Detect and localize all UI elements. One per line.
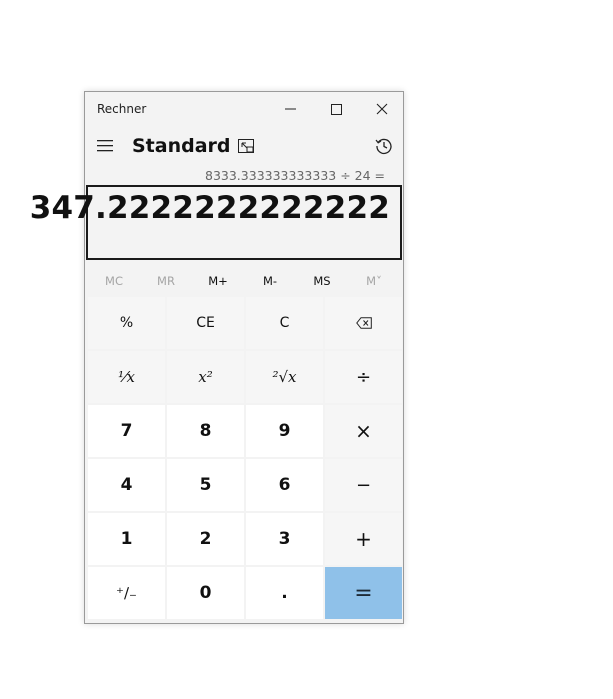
- digit-2-label: 2: [199, 529, 212, 549]
- hamburger-icon: [97, 140, 113, 152]
- title-bar: Rechner: [85, 92, 403, 126]
- reciprocal-label: ⅟x: [118, 368, 135, 386]
- keypad: % CE C ⅟x x² ²√x ÷ 7 8 9 × 4 5 6 − 1 2 3…: [88, 297, 402, 619]
- percent-button[interactable]: %: [88, 297, 165, 349]
- maximize-icon: [330, 103, 342, 115]
- digit-2-button[interactable]: 2: [167, 513, 244, 565]
- minimize-button[interactable]: [267, 92, 313, 126]
- digit-9-label: 9: [278, 421, 291, 441]
- memory-add-button[interactable]: M+: [192, 270, 244, 292]
- close-icon: [376, 103, 388, 115]
- equals-label: =: [354, 580, 373, 606]
- digit-5-label: 5: [199, 475, 212, 495]
- digit-4-button[interactable]: 4: [88, 459, 165, 511]
- negate-button[interactable]: ⁺∕₋: [88, 567, 165, 619]
- calculator-header: Standard: [85, 128, 403, 164]
- percent-label: %: [119, 315, 134, 331]
- divide-button[interactable]: ÷: [325, 351, 402, 403]
- navigation-menu-button[interactable]: [93, 132, 117, 160]
- divide-label: ÷: [355, 366, 372, 388]
- memory-clear-button[interactable]: MC: [88, 270, 140, 292]
- result-display: 347.2222222222222: [30, 185, 402, 260]
- square-root-button[interactable]: ²√x: [246, 351, 323, 403]
- digit-3-button[interactable]: 3: [246, 513, 323, 565]
- clear-label: C: [279, 315, 290, 331]
- multiply-label: ×: [355, 419, 372, 443]
- digit-3-label: 3: [278, 529, 291, 549]
- maximize-button[interactable]: [313, 92, 359, 126]
- digit-8-label: 8: [199, 421, 212, 441]
- clear-entry-button[interactable]: CE: [167, 297, 244, 349]
- calculator-window: Rechner Standard 8333.333333333333 ÷ 24 …: [30, 91, 404, 624]
- memory-recall-button[interactable]: MR: [140, 270, 192, 292]
- square-button[interactable]: x²: [167, 351, 244, 403]
- decimal-button[interactable]: .: [246, 567, 323, 619]
- memory-list-button[interactable]: M˅: [348, 270, 400, 292]
- clear-button[interactable]: C: [246, 297, 323, 349]
- expression-display: 8333.333333333333 ÷ 24 =: [205, 168, 385, 183]
- digit-5-button[interactable]: 5: [167, 459, 244, 511]
- add-label: +: [355, 527, 372, 551]
- minimize-icon: [284, 108, 296, 110]
- digit-7-label: 7: [120, 421, 133, 441]
- digit-1-button[interactable]: 1: [88, 513, 165, 565]
- clear-entry-label: CE: [196, 315, 215, 331]
- square-label: x²: [198, 368, 213, 386]
- subtract-label: −: [355, 474, 372, 496]
- digit-0-label: 0: [199, 583, 212, 603]
- mode-title: Standard: [132, 135, 231, 157]
- negate-label: ⁺∕₋: [116, 584, 137, 602]
- decimal-label: .: [281, 583, 288, 603]
- square-root-label: ²√x: [272, 368, 297, 386]
- keep-on-top-button[interactable]: [233, 132, 259, 160]
- backspace-button[interactable]: [325, 297, 402, 349]
- digit-6-label: 6: [278, 475, 291, 495]
- digit-1-label: 1: [120, 529, 133, 549]
- subtract-button[interactable]: −: [325, 459, 402, 511]
- multiply-button[interactable]: ×: [325, 405, 402, 457]
- history-icon: [375, 138, 392, 155]
- digit-6-button[interactable]: 6: [246, 459, 323, 511]
- app-title: Rechner: [97, 102, 147, 116]
- keep-on-top-icon: [238, 139, 254, 153]
- digit-8-button[interactable]: 8: [167, 405, 244, 457]
- digit-0-button[interactable]: 0: [167, 567, 244, 619]
- reciprocal-button[interactable]: ⅟x: [88, 351, 165, 403]
- memory-subtract-button[interactable]: M-: [244, 270, 296, 292]
- memory-store-button[interactable]: MS: [296, 270, 348, 292]
- digit-9-button[interactable]: 9: [246, 405, 323, 457]
- digit-4-label: 4: [120, 475, 133, 495]
- result-value: 347.2222222222222: [29, 190, 390, 226]
- history-button[interactable]: [371, 132, 397, 160]
- backspace-icon: [355, 317, 372, 329]
- digit-7-button[interactable]: 7: [88, 405, 165, 457]
- close-button[interactable]: [359, 92, 405, 126]
- add-button[interactable]: +: [325, 513, 402, 565]
- memory-row: MC MR M+ M- MS M˅: [88, 270, 400, 292]
- equals-button[interactable]: =: [325, 567, 402, 619]
